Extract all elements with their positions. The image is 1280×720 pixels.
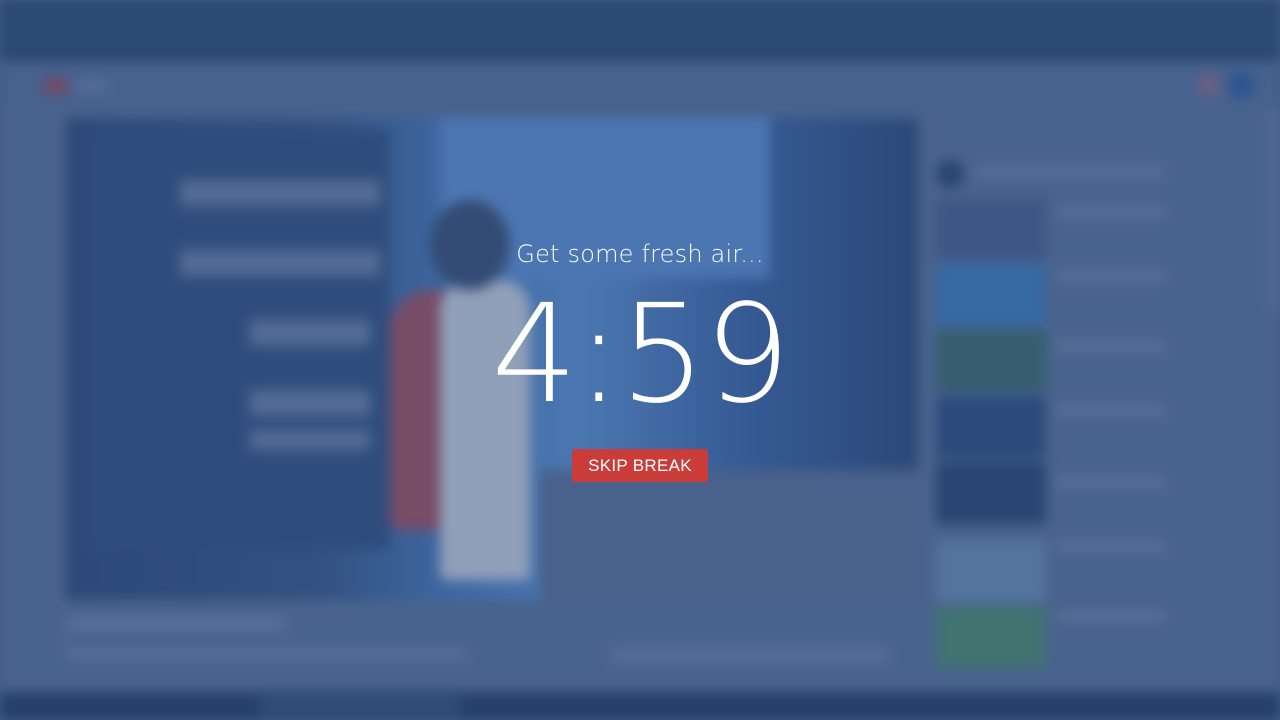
- screen: Get some fresh air... 4:59 SKIP BREAK: [0, 0, 1280, 720]
- skip-break-button[interactable]: SKIP BREAK: [572, 449, 708, 482]
- countdown-timer: 4:59: [491, 276, 790, 434]
- break-message: Get some fresh air...: [516, 240, 764, 268]
- break-overlay: Get some fresh air... 4:59 SKIP BREAK: [0, 0, 1280, 720]
